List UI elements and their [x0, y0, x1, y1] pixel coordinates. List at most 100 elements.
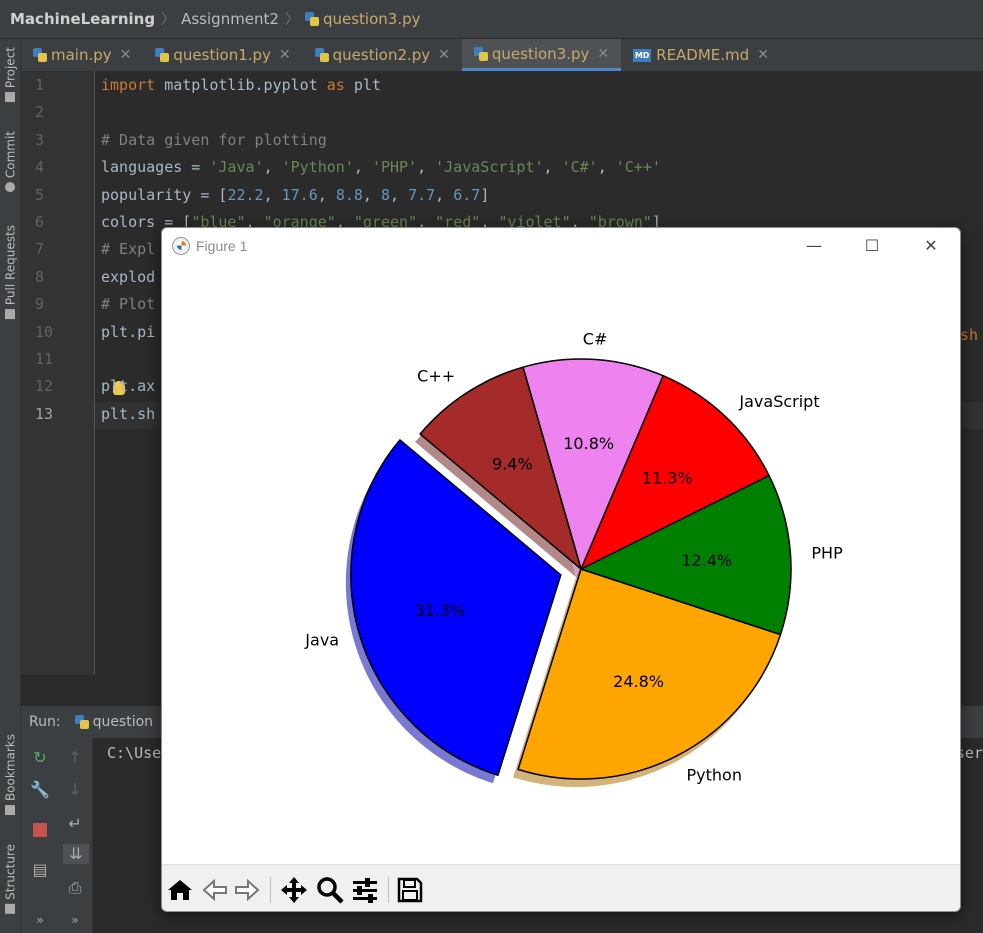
- python-file-icon: [314, 48, 329, 62]
- figure-toolbar: [162, 864, 960, 911]
- line-number: 7: [35, 240, 45, 259]
- pie-percent-label: 12.4%: [681, 551, 732, 570]
- pan-icon[interactable]: [279, 875, 309, 905]
- code-line: popularity = [22.2, 17.6, 8.8, 8, 7.7, 6…: [101, 186, 489, 204]
- breadcrumb-file[interactable]: question3.py: [323, 10, 421, 28]
- code-token: plt.pi: [101, 322, 156, 341]
- folder-icon: [5, 92, 16, 103]
- close-tab-icon[interactable]: ✕: [757, 47, 769, 63]
- line-number: 2: [35, 103, 45, 122]
- tool-window-project-label: Project: [3, 47, 18, 89]
- forward-icon[interactable]: [232, 875, 262, 905]
- tool-window-bookmarks[interactable]: Bookmarks: [2, 734, 19, 816]
- more-actions-icon[interactable]: »: [30, 910, 50, 930]
- code-line: import matplotlib.pyplot as plt: [101, 76, 381, 94]
- editor-tab[interactable]: main.py ✕: [21, 39, 143, 71]
- home-icon[interactable]: [165, 875, 195, 905]
- close-tab-icon[interactable]: ✕: [597, 46, 609, 62]
- run-config-label: question: [92, 714, 154, 730]
- back-icon[interactable]: [200, 875, 230, 905]
- code-token: 'Python': [281, 158, 354, 177]
- code-token: plt.ax: [101, 377, 156, 396]
- code-line: # Data given for plotting: [101, 131, 327, 149]
- wrench-icon[interactable]: 🔧: [30, 780, 50, 800]
- chevron-right-icon: 〉: [284, 12, 299, 28]
- pie-category-label: Python: [687, 765, 742, 784]
- rerun-icon[interactable]: ↻: [30, 748, 50, 768]
- editor-tab-label: README.md: [656, 46, 750, 64]
- commit-icon: [5, 182, 16, 193]
- line-number-gutter: 1 2 3 4 5 6 7 8 9 10 11 12 13: [21, 71, 95, 675]
- close-tab-icon[interactable]: ✕: [120, 47, 132, 63]
- code-line: plt.sh: [101, 405, 155, 423]
- pie-percent-label: 9.4%: [492, 454, 533, 473]
- breadcrumb-folder[interactable]: Assignment2: [181, 10, 279, 28]
- code-token: ,: [390, 185, 409, 204]
- tool-window-structure[interactable]: Structure: [2, 844, 19, 914]
- code-token: ,: [417, 158, 436, 177]
- code-token: as: [326, 76, 345, 94]
- figure-window[interactable]: Figure 1 — ☐ ✕ 31.3% Java 24.8% Python 12.4%…: [161, 227, 961, 912]
- close-button[interactable]: ✕: [913, 234, 949, 258]
- tool-window-pull-requests[interactable]: Pull Requests: [2, 225, 19, 320]
- code-token: 17.6: [281, 185, 318, 204]
- pie-category-label: C#: [583, 329, 608, 348]
- code-token: # Data given for plotting: [101, 130, 327, 149]
- code-token: ,: [353, 158, 372, 177]
- layout-icon[interactable]: ▤: [30, 860, 50, 880]
- stop-icon[interactable]: [30, 820, 50, 840]
- pie-chart: 31.3% Java 24.8% Python 12.4% PHP 11.3% JavaScr…: [304, 329, 843, 787]
- tool-window-commit[interactable]: Commit: [2, 131, 19, 193]
- toolbar-separator: [270, 877, 271, 903]
- close-tab-icon[interactable]: ✕: [438, 47, 450, 63]
- scroll-down-icon[interactable]: ↓: [65, 780, 85, 800]
- minimize-button[interactable]: —: [796, 234, 832, 258]
- code-token: import: [101, 76, 156, 94]
- code-token: 'JavaScript': [435, 158, 544, 177]
- code-token: ]: [480, 185, 490, 204]
- pie-percent-label: 10.8%: [563, 434, 614, 453]
- code-token: ,: [435, 185, 454, 204]
- line-number: 8: [35, 267, 45, 286]
- more-actions-icon[interactable]: »: [65, 910, 85, 930]
- editor-tab[interactable]: question1.py ✕: [143, 39, 302, 71]
- close-tab-icon[interactable]: ✕: [279, 47, 291, 63]
- code-line: plt.ax: [101, 377, 155, 395]
- line-number: 6: [35, 213, 45, 231]
- editor-tab[interactable]: question2.py ✕: [303, 39, 462, 71]
- code-token: plt: [344, 76, 381, 94]
- code-token: ,: [317, 185, 336, 204]
- breadcrumb: MachineLearning 〉 Assignment2 〉 question…: [0, 0, 983, 39]
- editor-tab[interactable]: MD README.md ✕: [621, 39, 781, 71]
- code-token: ,: [263, 158, 282, 177]
- breadcrumb-project[interactable]: MachineLearning: [10, 10, 155, 28]
- configure-subplots-icon[interactable]: [350, 875, 380, 905]
- code-line: explod: [101, 268, 155, 286]
- python-file-icon: [155, 48, 170, 62]
- soft-wrap-icon[interactable]: ↵: [65, 814, 85, 834]
- code-token: popularity = [: [101, 185, 228, 204]
- maximize-button[interactable]: ☐: [854, 234, 890, 258]
- tool-window-project[interactable]: Project: [2, 47, 19, 103]
- toolbar-separator: [388, 877, 389, 903]
- code-token: explod: [101, 267, 156, 286]
- save-icon[interactable]: [395, 875, 425, 905]
- code-token: languages =: [101, 158, 210, 177]
- editor-tab[interactable]: question3.py ✕: [461, 39, 622, 71]
- code-token: 'C++': [615, 158, 661, 177]
- code-token: 'C#': [561, 158, 598, 177]
- left-tool-strip: Project Commit Pull Requests Bookmarks S…: [0, 39, 21, 933]
- run-actions-secondary: ↑ ↓ ↵ ⇊ ⎙ »: [59, 738, 93, 933]
- scroll-up-icon[interactable]: ↑: [65, 748, 85, 768]
- code-token: ,: [543, 158, 562, 177]
- code-token: 'PHP': [371, 158, 418, 177]
- print-icon[interactable]: ⎙: [65, 878, 85, 898]
- python-file-icon: [473, 46, 488, 61]
- editor-tab-label: question1.py: [173, 46, 271, 64]
- zoom-icon[interactable]: [315, 875, 345, 905]
- scroll-to-end-icon[interactable]: ⇊: [63, 844, 89, 864]
- run-config-tab[interactable]: question: [74, 714, 154, 730]
- figure-titlebar[interactable]: Figure 1: [162, 228, 960, 264]
- line-number: 9: [35, 295, 45, 314]
- line-number: 5: [35, 185, 45, 204]
